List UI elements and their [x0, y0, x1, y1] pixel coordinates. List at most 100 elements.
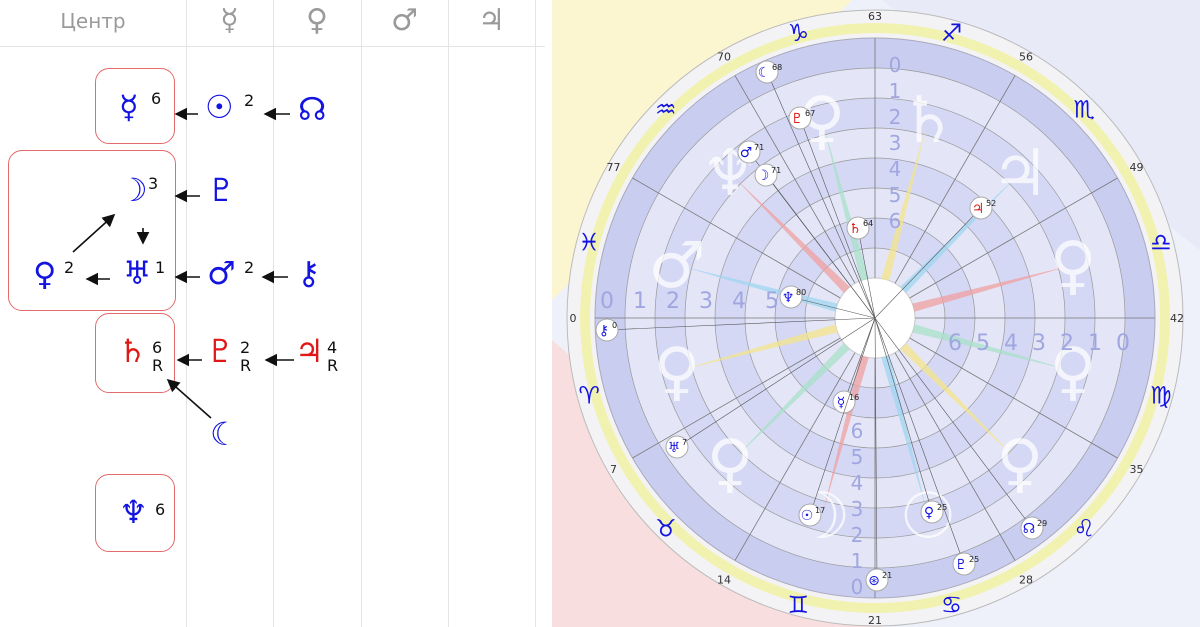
- planet-marker-glyph: ☊: [1023, 521, 1035, 537]
- planet-marker-value: 64: [863, 219, 873, 228]
- house-planet-glyph: ♃: [991, 137, 1048, 211]
- ring-number: 6: [851, 419, 864, 443]
- venus-glyph[interactable]: ♀: [33, 258, 56, 290]
- planet-marker-value: 80: [796, 288, 806, 297]
- ring-number: 1: [1088, 331, 1102, 356]
- planet-marker-value: 25: [937, 503, 947, 512]
- planet-marker-value: 17: [815, 506, 825, 515]
- neptune-count: 6: [155, 500, 166, 519]
- ring-number: 3: [699, 289, 713, 314]
- planet-marker-value: 71: [754, 143, 764, 152]
- zodiac-sign: ♊: [788, 591, 810, 619]
- saturn-glyph[interactable]: ♄: [118, 335, 147, 367]
- node-glyph[interactable]: ☊: [298, 93, 326, 125]
- saturn-count: 6: [152, 338, 163, 357]
- planet-marker-value: 29: [1037, 519, 1047, 528]
- ring-number: 5: [889, 183, 902, 207]
- uranus-glyph[interactable]: ♅: [123, 257, 152, 289]
- zodiac-sign: ♏: [1074, 96, 1096, 124]
- ring-number: 6: [889, 209, 902, 233]
- venus-count: 2: [64, 258, 75, 277]
- zodiac-sign: ♈: [578, 382, 600, 410]
- degree-number: 21: [868, 614, 882, 627]
- planet-marker-glyph: ☽: [757, 168, 770, 184]
- natal-chart-wheel: ♄♃♀♀♀☉☽♀♀♂♆♀♑♐♏♎♍♌♋♊♉♈♓♒6356494235282114…: [552, 0, 1200, 627]
- planet-marker-value: 71: [771, 166, 781, 175]
- ring-number: 5: [765, 289, 779, 314]
- saturn-retro: R: [152, 356, 164, 375]
- pluto-red-glyph[interactable]: ♇: [206, 335, 235, 367]
- planet-marker-glyph: ☿: [837, 395, 846, 411]
- lilith-glyph[interactable]: ☾: [210, 418, 239, 450]
- ring-number: 1: [889, 79, 902, 103]
- ring-number: 0: [889, 53, 902, 77]
- degree-number: 63: [868, 10, 882, 23]
- ring-number: 4: [1004, 331, 1018, 356]
- planet-marker-glyph: ⊛: [868, 573, 880, 589]
- ring-number: 2: [889, 105, 902, 129]
- zodiac-sign: ♋: [941, 591, 963, 619]
- ring-number: 3: [851, 497, 864, 521]
- planet-marker-glyph: ♅: [668, 440, 681, 456]
- sun-count: 2: [244, 91, 255, 110]
- mercury-glyph[interactable]: ☿: [119, 91, 139, 123]
- mars-glyph[interactable]: ♂: [207, 257, 236, 289]
- house-planet-glyph: ♀: [654, 335, 701, 409]
- ring-number: 6: [948, 331, 962, 356]
- ring-number: 0: [600, 289, 614, 314]
- degree-number: 49: [1130, 161, 1144, 174]
- zodiac-sign: ♐: [941, 19, 963, 47]
- ring-number: 2: [1060, 331, 1074, 356]
- ring-number: 3: [889, 131, 902, 155]
- neptune-glyph[interactable]: ♆: [119, 496, 148, 528]
- degree-number: 7: [610, 463, 617, 476]
- ring-number: 1: [851, 549, 864, 573]
- jupiter-count: 4: [327, 338, 338, 357]
- degree-number: 0: [570, 312, 577, 325]
- planet-marker-glyph: ☾: [758, 65, 771, 81]
- pluto-red-count: 2: [240, 338, 251, 357]
- degree-number: 77: [606, 161, 620, 174]
- jupiter-glyph[interactable]: ♃: [295, 335, 324, 367]
- ring-number: 4: [851, 471, 864, 495]
- planet-marker-value: 25: [969, 555, 979, 564]
- house-planet-glyph: ♄: [899, 84, 956, 158]
- planet-marker-value: 67: [805, 109, 815, 118]
- planet-marker-value: 52: [986, 199, 996, 208]
- planet-marker-glyph: ♇: [955, 557, 968, 573]
- mercury-count: 6: [151, 89, 162, 108]
- ring-number: 4: [732, 289, 746, 314]
- chart-wheel-svg: ♄♃♀♀♀☉☽♀♀♂♆♀♑♐♏♎♍♌♋♊♉♈♓♒6356494235282114…: [552, 0, 1200, 627]
- planet-marker-glyph: ♇: [791, 111, 804, 127]
- zodiac-sign: ♑: [788, 19, 810, 47]
- house-planet-glyph: ♀: [707, 427, 754, 501]
- zodiac-sign: ♌: [1074, 514, 1096, 542]
- degree-number: 42: [1170, 312, 1184, 325]
- planet-marker-value: 0: [612, 321, 617, 330]
- pluto-glyph[interactable]: ♇: [207, 174, 236, 206]
- degree-number: 14: [717, 574, 731, 587]
- ring-number: 4: [889, 157, 902, 181]
- jupiter-retro: R: [327, 356, 339, 375]
- degree-number: 70: [717, 50, 731, 63]
- chiron-glyph[interactable]: ⚷: [297, 257, 320, 289]
- ring-number: 0: [851, 575, 864, 599]
- planet-marker-value: 16: [849, 393, 859, 402]
- ring-number: 1: [633, 289, 647, 314]
- planet-marker-glyph: ♀: [924, 505, 934, 521]
- zodiac-sign: ♎: [1150, 228, 1172, 256]
- degree-number: 28: [1019, 574, 1033, 587]
- moon-count: 3: [148, 174, 159, 193]
- moon-glyph[interactable]: ☽: [119, 174, 148, 206]
- ring-number: 2: [666, 289, 680, 314]
- planet-marker-value: 68: [772, 63, 782, 72]
- zodiac-sign: ♍: [1150, 382, 1172, 410]
- ring-number: 3: [1032, 331, 1046, 356]
- ring-number: 5: [851, 445, 864, 469]
- sun-glyph[interactable]: ☉: [205, 91, 234, 123]
- planet-marker-glyph: ⚷: [599, 323, 609, 339]
- degree-number: 56: [1019, 50, 1033, 63]
- ring-number: 2: [851, 523, 864, 547]
- aspect-arrows: [72, 107, 294, 419]
- degree-number: 35: [1130, 463, 1144, 476]
